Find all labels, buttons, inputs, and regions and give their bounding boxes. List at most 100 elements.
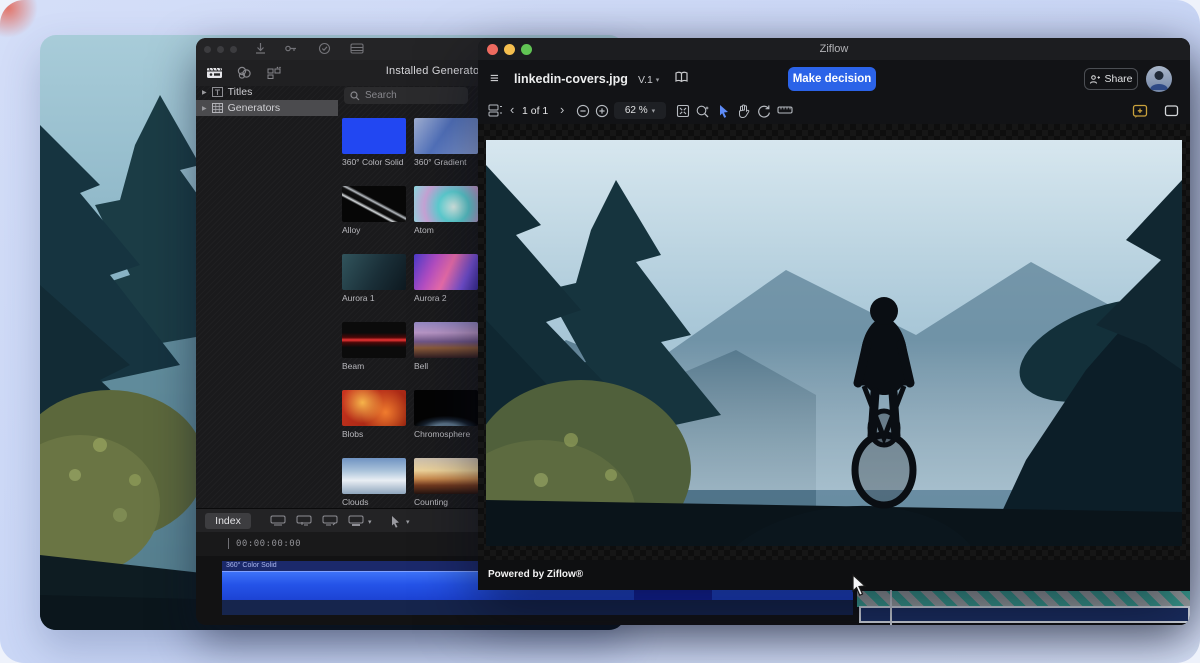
generator-thumb[interactable] [414, 390, 478, 426]
ziflow-toolbar: ≡ linkedin-covers.jpg V.1 ▾ Make decisio… [478, 60, 1190, 98]
generator-grid: 360° Color Solid 360° Gradient Alloy Ato… [342, 118, 480, 526]
import-icon[interactable] [254, 42, 267, 55]
page-background: Installed Generators ⌄ ▶ Titles ▶ Genera… [0, 0, 1200, 663]
background-tasks-icon[interactable] [318, 42, 331, 55]
search-field[interactable]: Search [344, 87, 468, 104]
share-button[interactable]: Share [1084, 68, 1138, 90]
disclosure-icon[interactable]: ▶ [202, 105, 207, 112]
generator-cell[interactable]: 360° Gradient [414, 118, 478, 186]
generator-label: 360° Color Solid [342, 157, 406, 167]
generator-label: Beam [342, 361, 406, 371]
make-decision-button[interactable]: Make decision [788, 67, 876, 91]
proof-image[interactable] [486, 140, 1182, 546]
timeline-grid-icon[interactable] [350, 42, 364, 55]
generator-cell[interactable]: Aurora 2 [414, 254, 478, 322]
page-indicator: 1 of 1 [522, 105, 548, 117]
fcp-minimize-button[interactable] [217, 46, 224, 53]
minimize-button[interactable] [504, 44, 515, 55]
generator-cell[interactable]: Aurora 1 [342, 254, 406, 322]
tool-caret-icon[interactable]: ▾ [406, 518, 410, 526]
fcp-close-button[interactable] [204, 46, 211, 53]
ziflow-window: Ziflow ≡ linkedin-covers.jpg V.1 ▾ Make … [478, 38, 1190, 590]
zoom-out-icon[interactable] [576, 104, 590, 118]
generator-thumb[interactable] [342, 322, 406, 358]
caret-down-icon: ▾ [652, 107, 656, 115]
add-comment-icon[interactable] [1132, 104, 1148, 119]
generator-label: Alloy [342, 225, 406, 235]
mouse-cursor [850, 574, 870, 596]
keyword-icon[interactable] [284, 42, 298, 55]
playhead-marker [228, 538, 229, 549]
rotate-icon[interactable] [757, 104, 771, 118]
generator-label: Bell [414, 361, 478, 371]
generator-thumb[interactable] [342, 458, 406, 494]
generator-thumb[interactable] [342, 186, 406, 222]
generator-thumb[interactable] [342, 118, 406, 154]
timeline-clip-audio[interactable] [222, 600, 853, 615]
version-selector[interactable]: V.1 ▾ [638, 74, 659, 86]
timeline-selected-clip[interactable] [859, 606, 1190, 623]
titles-icon [212, 87, 223, 97]
generator-cell[interactable]: 360° Color Solid [342, 118, 406, 186]
search-placeholder: Search [365, 90, 397, 101]
generator-thumb[interactable] [414, 458, 478, 494]
generator-cell[interactable]: Alloy [342, 186, 406, 254]
pixel-zoom-icon[interactable] [695, 104, 710, 118]
next-page-icon[interactable]: › [560, 103, 564, 116]
disclosure-icon[interactable]: ▶ [202, 89, 207, 96]
index-button[interactable]: Index [205, 513, 251, 529]
close-button[interactable] [487, 44, 498, 55]
menu-icon[interactable]: ≡ [490, 71, 499, 86]
overwrite-clip-icon[interactable] [348, 515, 364, 527]
generator-thumb[interactable] [342, 390, 406, 426]
media-browser-icon[interactable] [206, 65, 223, 80]
generator-cell[interactable]: Blobs [342, 390, 406, 458]
effects-browser-icon[interactable] [236, 65, 252, 80]
timeline-filmstrip[interactable] [857, 591, 1190, 607]
generator-thumb[interactable] [414, 322, 478, 358]
share-label: Share [1104, 73, 1132, 85]
sidebar-item-label: Titles [228, 86, 253, 98]
pages-panel-icon[interactable] [488, 104, 503, 117]
arrow-tool-icon[interactable] [390, 515, 401, 528]
prev-page-icon[interactable]: ‹ [510, 103, 514, 116]
fit-to-screen-icon[interactable] [676, 104, 690, 118]
generators-browser-icon[interactable] [266, 65, 282, 80]
select-tool-icon[interactable] [718, 104, 730, 118]
fcp-zoom-button[interactable] [230, 46, 237, 53]
generator-label: Chromosphere [414, 429, 478, 439]
timeline-playhead[interactable] [890, 588, 892, 625]
sidebar-item-label: Generators [228, 102, 281, 114]
comments-panel-icon[interactable] [1164, 104, 1179, 118]
proof-viewer [478, 124, 1190, 560]
generator-cell[interactable]: Bell [414, 322, 478, 390]
compare-view-icon[interactable] [674, 70, 689, 85]
zoom-level-selector[interactable]: 62 % ▾ [614, 102, 666, 119]
powered-by-label: Powered by Ziflow® [488, 569, 583, 580]
measure-tool-icon[interactable] [777, 104, 793, 116]
append-clip-icon[interactable] [270, 515, 286, 527]
generator-thumb[interactable] [342, 254, 406, 290]
caret-down-icon: ▾ [656, 76, 660, 84]
generator-cell[interactable]: Atom [414, 186, 478, 254]
sidebar-item-titles[interactable]: ▶ Titles [196, 84, 338, 100]
generator-thumb[interactable] [414, 186, 478, 222]
generator-thumb[interactable] [414, 118, 478, 154]
maximize-button[interactable] [521, 44, 532, 55]
generator-cell[interactable]: Chromosphere [414, 390, 478, 458]
tool-caret-icon[interactable]: ▾ [368, 518, 372, 526]
ziflow-view-toolbar: ‹ 1 of 1 › 62 % ▾ [478, 97, 1190, 125]
window-title: Ziflow [478, 38, 1190, 60]
insert-clip-icon[interactable] [296, 515, 312, 527]
generator-label: Counting [414, 497, 478, 507]
ziflow-footer: Powered by Ziflow® [478, 560, 1190, 590]
sidebar-item-generators[interactable]: ▶ Generators [196, 100, 338, 116]
timecode: 00:00:00:00 [236, 539, 301, 549]
generator-thumb[interactable] [414, 254, 478, 290]
generator-cell[interactable]: Beam [342, 322, 406, 390]
user-avatar[interactable] [1146, 66, 1172, 92]
pan-tool-icon[interactable] [737, 104, 750, 118]
connect-clip-icon[interactable] [322, 515, 338, 527]
zoom-in-icon[interactable] [595, 104, 609, 118]
generator-label: Aurora 1 [342, 293, 406, 303]
